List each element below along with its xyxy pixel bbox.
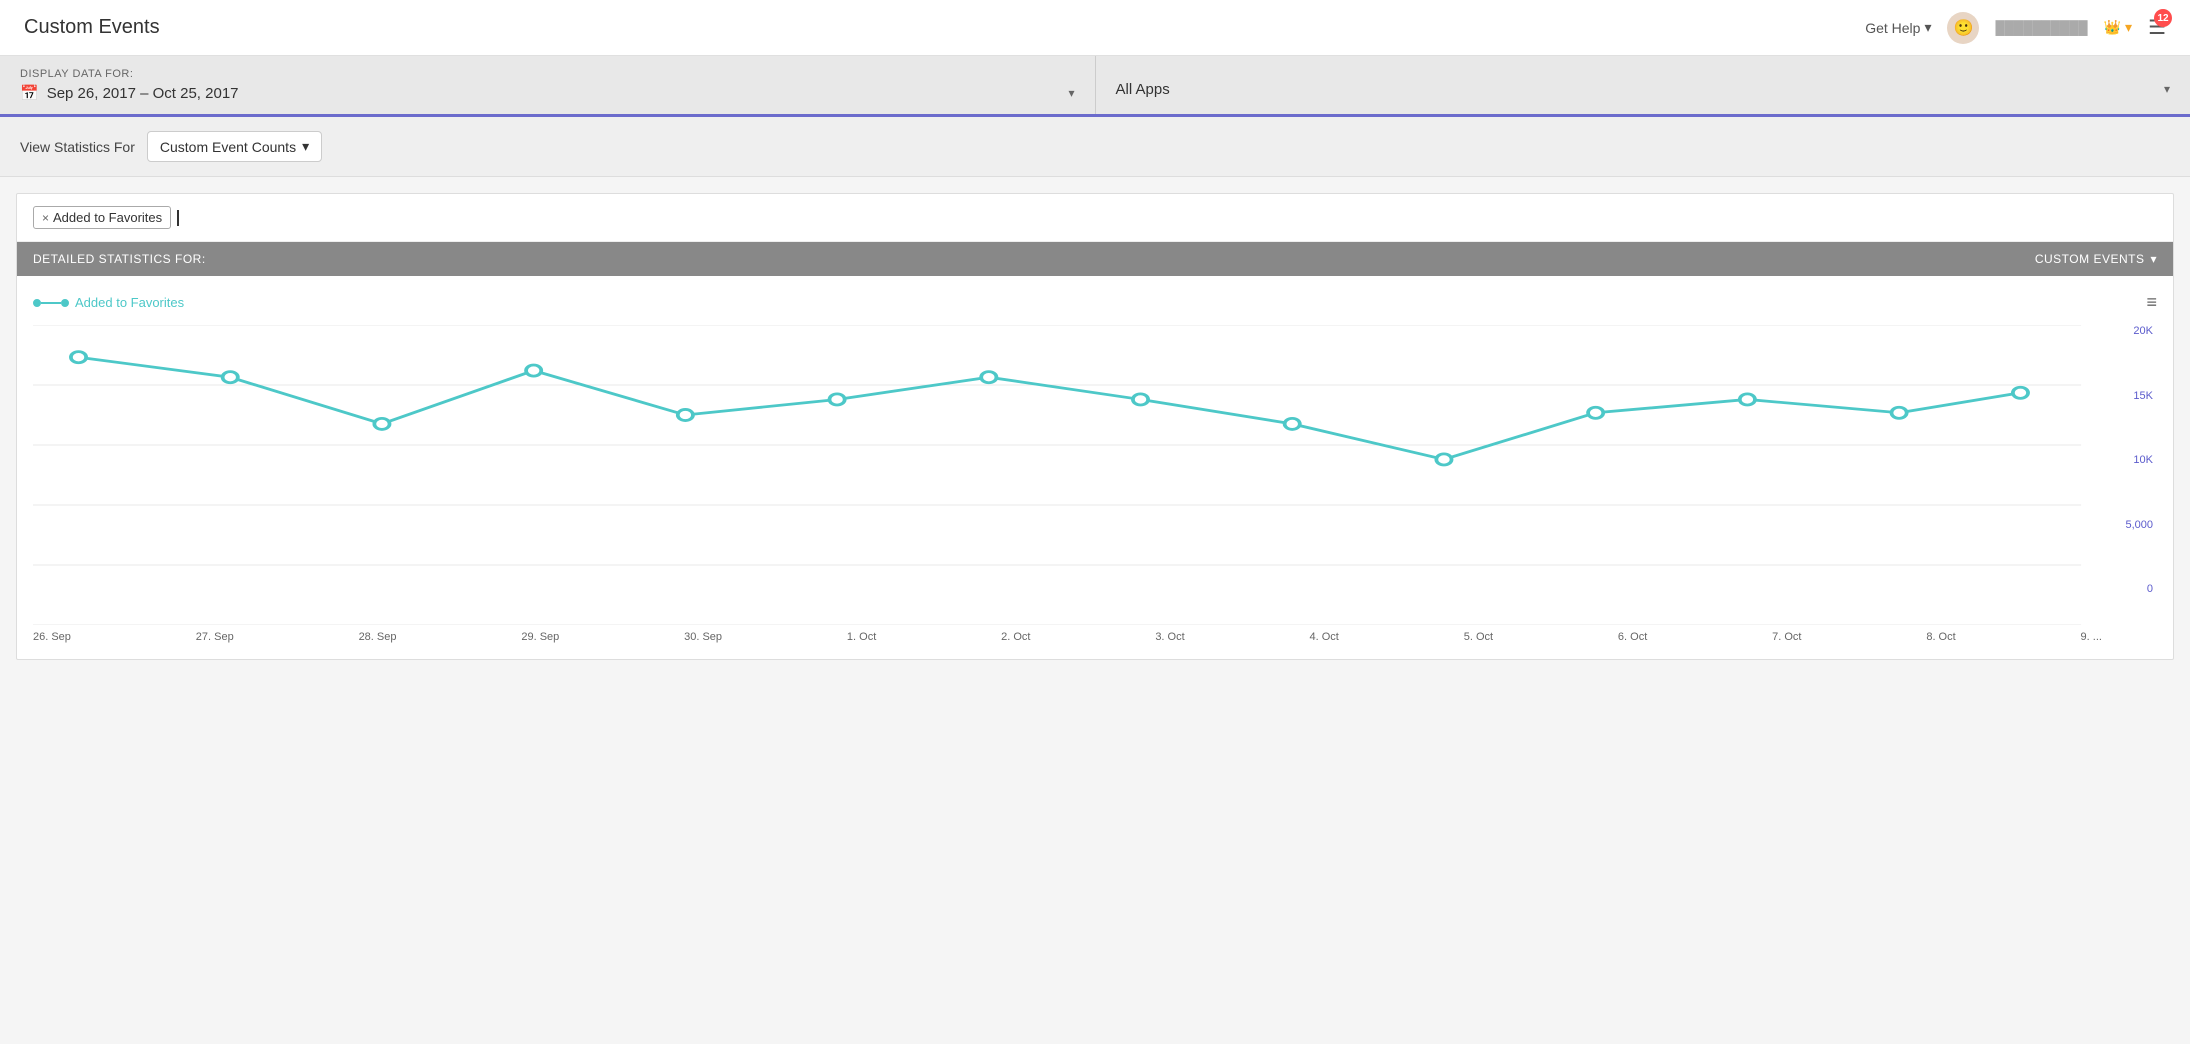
y-label-5k: 5,000 [2125, 519, 2153, 531]
x-label-2: 28. Sep [359, 631, 397, 643]
x-label-7: 3. Oct [1155, 631, 1184, 643]
y-label-0: 0 [2147, 583, 2153, 595]
app-dropdown-arrow: ▾ [2164, 82, 2170, 96]
custom-events-dropdown[interactable]: CUSTOM EVENTS ▾ [2035, 252, 2157, 266]
y-label-15k: 15K [2133, 390, 2153, 402]
stats-dropdown[interactable]: Custom Event Counts ▾ [147, 131, 322, 162]
crown-icon: 👑 [2104, 19, 2121, 36]
x-label-8: 4. Oct [1310, 631, 1339, 643]
app-header: Custom Events Get Help ▾ 🙂 ██████████ 👑 … [0, 0, 2190, 56]
tag-input-area[interactable]: × Added to Favorites [17, 194, 2173, 242]
app-filter-section: All Apps ▾ [1096, 56, 2190, 114]
date-range-text: Sep 26, 2017 – Oct 25, 2017 [47, 85, 239, 102]
detail-header-right: CUSTOM EVENTS ▾ [2035, 252, 2157, 266]
tag-added-to-favorites: × Added to Favorites [33, 206, 171, 229]
date-dropdown-arrow: ▾ [1068, 86, 1074, 100]
x-label-13: 9. ... [2081, 631, 2102, 643]
header-right: Get Help ▾ 🙂 ██████████ 👑 ▾ ☰ 12 [1865, 12, 2166, 44]
legend-label: Added to Favorites [75, 295, 184, 310]
x-label-5: 1. Oct [847, 631, 876, 643]
tag-label: Added to Favorites [53, 210, 162, 225]
x-label-10: 6. Oct [1618, 631, 1647, 643]
chevron-down-icon: ▾ [1924, 19, 1931, 36]
get-help-button[interactable]: Get Help ▾ [1865, 19, 1931, 36]
main-content: × Added to Favorites DETAILED STATISTICS… [16, 193, 2174, 660]
legend-dot-2 [61, 299, 69, 307]
custom-events-arrow: ▾ [2150, 252, 2157, 266]
stats-bar: View Statistics For Custom Event Counts … [0, 117, 2190, 177]
chart-area: Added to Favorites ≡ [17, 276, 2173, 659]
calendar-icon: 📅 [20, 84, 39, 102]
chart-container: 20K 15K 10K 5,000 0 [33, 325, 2157, 625]
chart-legend: Added to Favorites [33, 295, 184, 310]
date-filter-value[interactable]: 📅 Sep 26, 2017 – Oct 25, 2017 ▾ [20, 84, 1075, 102]
x-axis-labels: 26. Sep 27. Sep 28. Sep 29. Sep 30. Sep … [33, 625, 2102, 643]
selected-stat-label: Custom Event Counts [160, 139, 296, 155]
legend-line-left [41, 302, 61, 304]
x-label-6: 2. Oct [1001, 631, 1030, 643]
x-label-4: 30. Sep [684, 631, 722, 643]
x-label-3: 29. Sep [521, 631, 559, 643]
x-label-1: 27. Sep [196, 631, 234, 643]
chart-menu-icon[interactable]: ≡ [2146, 292, 2157, 313]
get-help-label: Get Help [1865, 20, 1920, 36]
view-stats-label: View Statistics For [20, 139, 135, 155]
username-label: ██████████ [1995, 20, 2087, 35]
text-cursor [177, 210, 179, 226]
filter-bar: DISPLAY DATA FOR: 📅 Sep 26, 2017 – Oct 2… [0, 56, 2190, 117]
legend-dot [33, 299, 41, 307]
notification-badge: 12 [2154, 9, 2172, 27]
detail-header-label: DETAILED STATISTICS FOR: [33, 252, 206, 266]
y-axis-labels: 20K 15K 10K 5,000 0 [2107, 325, 2157, 595]
stats-dropdown-arrow: ▾ [302, 138, 309, 155]
y-label-20k: 20K [2133, 325, 2153, 337]
crown-chevron: ▾ [2125, 19, 2132, 36]
notification-button[interactable]: ☰ 12 [2148, 15, 2166, 40]
page-title: Custom Events [24, 16, 160, 39]
x-label-12: 8. Oct [1926, 631, 1955, 643]
chart-svg [33, 325, 2157, 625]
app-filter-value[interactable]: All Apps ▾ [1116, 68, 2171, 102]
detail-header: DETAILED STATISTICS FOR: CUSTOM EVENTS ▾ [17, 242, 2173, 276]
avatar: 🙂 [1947, 12, 1979, 44]
custom-events-label: CUSTOM EVENTS [2035, 252, 2145, 266]
x-label-9: 5. Oct [1464, 631, 1493, 643]
x-label-11: 7. Oct [1772, 631, 1801, 643]
tag-remove-icon[interactable]: × [42, 212, 49, 224]
app-filter-text: All Apps [1116, 81, 1170, 98]
crown-area[interactable]: 👑 ▾ [2104, 19, 2132, 36]
x-label-0: 26. Sep [33, 631, 71, 643]
display-data-label: DISPLAY DATA FOR: [20, 68, 1075, 80]
y-label-10k: 10K [2133, 454, 2153, 466]
date-filter-section: DISPLAY DATA FOR: 📅 Sep 26, 2017 – Oct 2… [0, 56, 1096, 114]
